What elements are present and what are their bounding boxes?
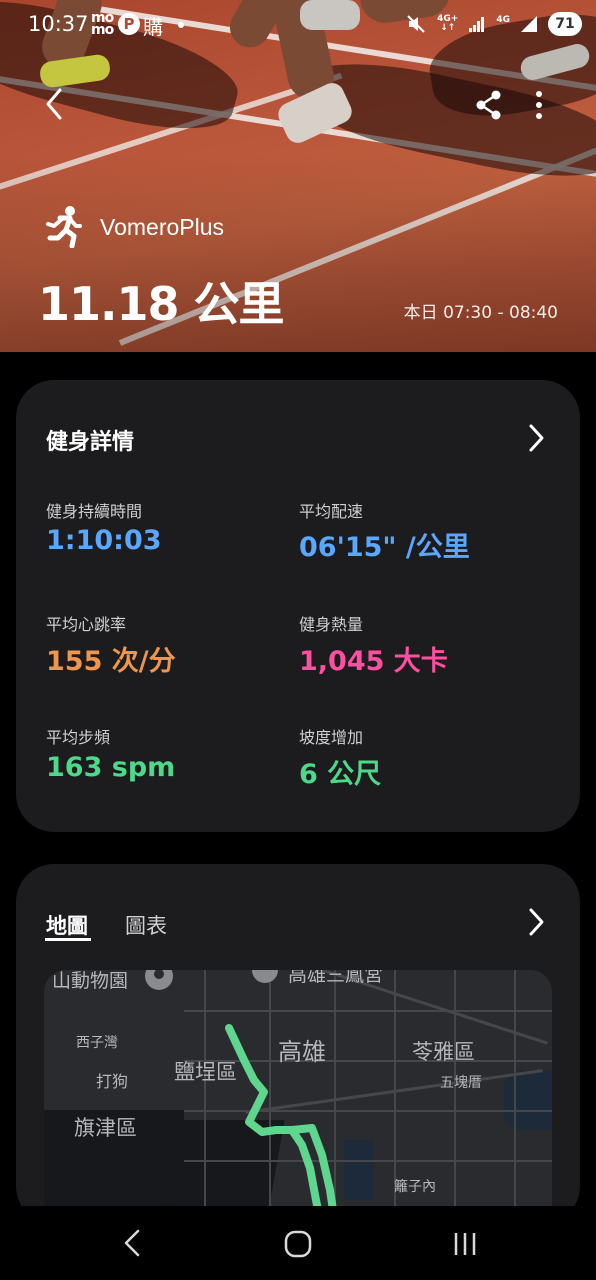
route-line [225, 1024, 340, 1224]
shopping-icon: 購 [143, 15, 163, 39]
signal-icon [469, 17, 485, 32]
carrier-top: mo [91, 10, 114, 26]
status-bar: 10:37 mo mo P 購 4G+ ↓↑ 4G 71 [0, 0, 596, 50]
calories-label: 健身熱量 [299, 615, 364, 634]
heart-rate-value: 155 次/分 [46, 646, 176, 677]
elevation-value: 6 公尺 [299, 759, 382, 790]
map-label-qijin: 旗津區 [74, 1116, 137, 1140]
map-label-kaohsiung: 高雄 [278, 1038, 326, 1066]
pace-label: 平均配速 [299, 502, 364, 521]
calories-value: 1,045 大卡 [299, 646, 448, 677]
cadence-label: 平均步頻 [46, 728, 111, 747]
pace-value: 06'15" /公里 [299, 532, 470, 563]
map-label-wukuaicuo: 五塊厝 [440, 1075, 482, 1091]
map-pin-icon [252, 970, 278, 983]
chevron-right-icon[interactable] [524, 906, 548, 938]
chevron-right-icon[interactable] [524, 422, 548, 454]
nav-back-icon[interactable] [118, 1226, 146, 1260]
tab-chart[interactable]: 圖表 [125, 910, 167, 940]
more-vertical-icon [536, 91, 542, 119]
share-button[interactable] [474, 88, 504, 122]
battery-icon: 71 [548, 12, 582, 36]
back-arrow-icon [46, 88, 62, 120]
hero-banner: 10:37 mo mo P 購 4G+ ↓↑ 4G 71 VomeroPlus … [0, 0, 596, 352]
share-icon [476, 90, 501, 120]
cadence-value: 163 spm [46, 752, 176, 783]
mute-icon [407, 15, 425, 33]
carrier-icon: mo mo [91, 10, 114, 38]
notification-dot-icon [178, 22, 184, 28]
nav-home-icon[interactable] [282, 1228, 314, 1260]
system-nav-bar [0, 1206, 596, 1280]
status-right: 4G+ ↓↑ 4G 71 [405, 12, 582, 36]
workout-details-card[interactable]: 健身詳情 健身持續時間 1:10:03 平均配速 06'15" /公里 平均心跳… [16, 380, 580, 832]
workout-distance: 11.18 公里 [38, 277, 285, 331]
status-time: 10:37 [28, 12, 89, 36]
map-label-lizinei: 籬子內 [394, 1179, 436, 1195]
map-label-dagou: 打狗 [96, 1072, 129, 1091]
tab-map[interactable]: 地圖 [46, 910, 88, 940]
elevation-label: 坡度增加 [299, 728, 364, 747]
route-map[interactable]: 山動物園 高雄三鳳宮 西子灣 打狗 鹽埕區 高雄 苓雅區 五塊厝 旗津區 籬子內 [44, 970, 552, 1224]
details-title: 健身詳情 [46, 430, 135, 455]
parking-icon: P [118, 13, 140, 35]
device-row: VomeroPlus [46, 206, 224, 248]
heart-rate-label: 平均心跳率 [46, 615, 127, 634]
workout-time-range: 本日 07:30 - 08:40 [403, 303, 558, 323]
map-label-zoo: 山動物園 [52, 970, 129, 992]
map-label-xiziwan: 西子灣 [76, 1035, 118, 1051]
map-label-yancheng: 鹽埕區 [174, 1060, 237, 1084]
map-label-top: 高雄三鳳宮 [288, 970, 384, 986]
device-name: VomeroPlus [100, 213, 225, 240]
runner-icon [46, 206, 82, 248]
network-4g-icon: 4G [496, 15, 510, 25]
signal-icon-2 [521, 16, 537, 32]
map-label-lingya: 苓雅區 [412, 1040, 475, 1064]
map-pin-icon [145, 970, 173, 990]
map-card: 地圖 圖表 山動物園 高雄三鳳宮 西子灣 打狗 鹽埕區 高雄 苓雅區 五塊厝 旗… [16, 864, 580, 1224]
duration-value: 1:10:03 [46, 525, 162, 556]
more-options-button[interactable] [526, 88, 552, 122]
duration-label: 健身持續時間 [46, 502, 143, 521]
network-4g-plus-icon: 4G+ ↓↑ [437, 15, 458, 33]
nav-recents-icon[interactable] [450, 1228, 480, 1260]
back-button[interactable] [38, 84, 74, 124]
carrier-bottom: mo [91, 22, 114, 38]
arrows-glyph: ↓↑ [440, 23, 456, 33]
tab-map-underline [45, 938, 91, 941]
